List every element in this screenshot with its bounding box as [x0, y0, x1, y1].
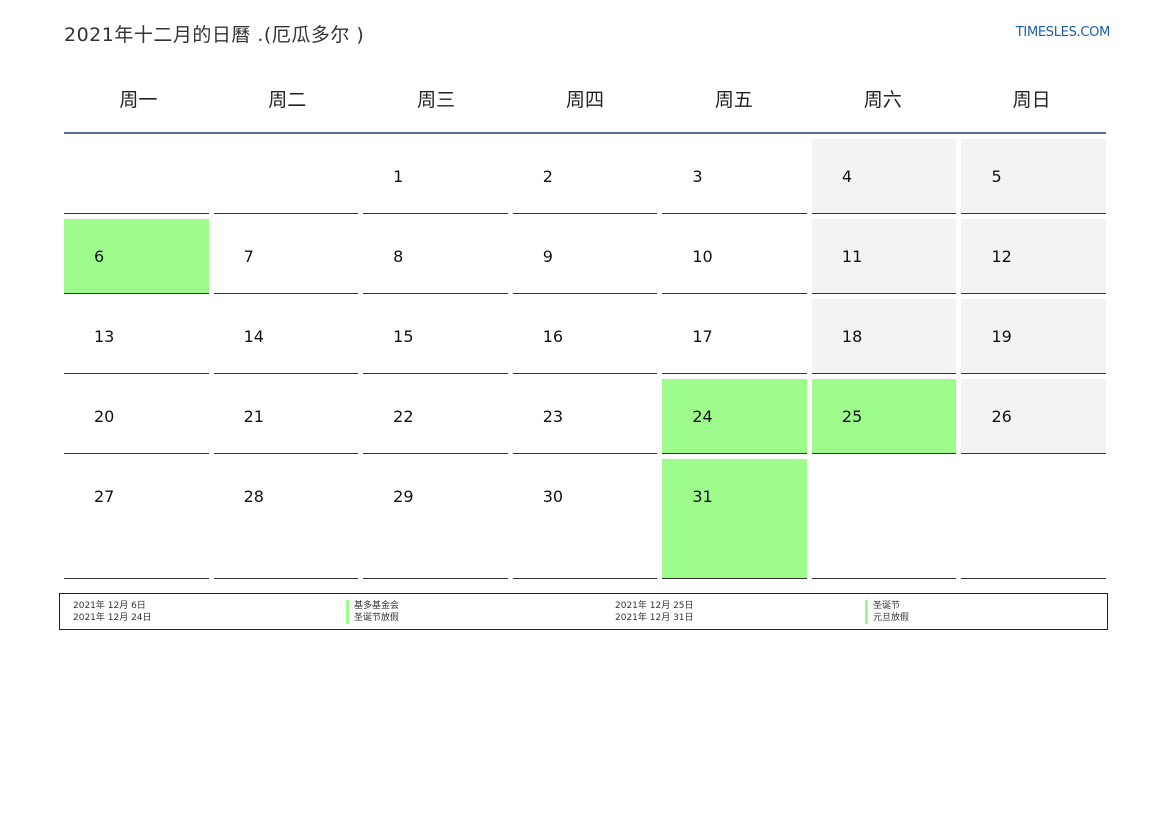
calendar-day-cell: 1: [363, 139, 508, 214]
weekday-header: 周三: [417, 89, 456, 111]
calendar-day-cell: 19: [961, 299, 1107, 374]
day-number: 7: [243, 247, 254, 266]
calendar-day-cell: 5: [961, 139, 1107, 214]
day-number: 27: [94, 487, 115, 506]
calendar-empty-cell: [961, 459, 1107, 579]
calendar-week-row: 13 14 15 16 17 18 19: [64, 299, 1107, 374]
calendar-day-cell: 12: [961, 219, 1107, 294]
holiday-legend: 2021年 12月 6日 2021年 12月 24日 基多基金会 圣诞节放假 2…: [59, 593, 1108, 630]
calendar-day-cell: 13: [64, 299, 209, 374]
calendar-day-cell: 17: [662, 299, 807, 374]
calendar-day-cell: 30: [512, 459, 658, 579]
calendar-day-cell: 8: [363, 219, 508, 294]
calendar-day-cell: 28: [213, 459, 359, 579]
calendar-day-cell: 7: [213, 219, 359, 294]
calendar-week-row: 1 2 3 4 5: [64, 139, 1107, 214]
calendar-empty-cell: [64, 139, 209, 214]
calendar-day-cell: 18: [811, 299, 957, 374]
brand-link[interactable]: TIMESLES.COM: [1016, 25, 1111, 40]
calendar-week-row: 6 7 8 9 10 11 12: [64, 219, 1107, 294]
calendar-day-cell: 25: [811, 379, 957, 454]
day-number: 12: [991, 247, 1012, 266]
calendar-day-cell: 24: [662, 379, 807, 454]
legend-holiday-name: 圣诞节: [865, 600, 909, 612]
calendar-day-cell: 16: [512, 299, 658, 374]
calendar-day-cell: 31: [662, 459, 807, 579]
weekday-header: 周六: [863, 89, 902, 111]
calendar-day-cell: 22: [363, 379, 508, 454]
calendar-day-cell: 23: [512, 379, 658, 454]
weekday-header-row: 周一 周二 周三 周四 周五 周六 周日: [64, 70, 1106, 134]
calendar-day-cell: 14: [213, 299, 359, 374]
calendar-day-cell: 15: [363, 299, 508, 374]
day-number: 3: [692, 167, 703, 186]
calendar-empty-cell: [213, 139, 359, 214]
day-number: 28: [243, 487, 264, 506]
day-number: 22: [393, 407, 414, 426]
calendar-day-cell: 21: [213, 379, 359, 454]
calendar-empty-cell: [811, 459, 957, 579]
day-number: 14: [243, 327, 264, 346]
legend-names-column-2: 圣诞节 元旦放假: [865, 600, 909, 624]
day-number: 30: [542, 487, 564, 506]
day-number: 6: [94, 247, 105, 266]
day-number: 8: [393, 247, 404, 266]
calendar-day-cell: 26: [961, 379, 1107, 454]
day-number: 21: [243, 407, 264, 426]
legend-dates-column-2: 2021年 12月 25日 2021年 12月 31日: [615, 600, 694, 624]
day-number: 20: [94, 407, 115, 426]
calendar-day-cell: 2: [512, 139, 658, 214]
day-number: 18: [841, 327, 863, 346]
legend-dates-column-1: 2021年 12月 6日 2021年 12月 24日: [73, 600, 152, 624]
day-number: 25: [841, 407, 863, 426]
legend-date: 2021年 12月 24日: [73, 613, 152, 623]
calendar-day-cell: 3: [662, 139, 807, 214]
legend-date: 2021年 12月 6日: [73, 601, 146, 611]
legend-date: 2021年 12月 31日: [615, 613, 694, 623]
day-number: 10: [692, 247, 713, 266]
day-number: 15: [393, 327, 414, 346]
page-title: 2021年十二月的日曆 .(厄瓜多尔 ): [64, 24, 365, 46]
calendar-day-cell: 20: [64, 379, 209, 454]
day-number: 23: [542, 407, 564, 426]
weekday-header: 周一: [119, 89, 158, 111]
day-number: 11: [841, 247, 863, 266]
legend-holiday-name: 圣诞节放假: [346, 612, 399, 624]
day-number: 4: [841, 167, 853, 186]
day-number: 2: [542, 167, 553, 186]
day-number: 29: [393, 487, 414, 506]
calendar-day-cell: 4: [811, 139, 957, 214]
calendar-day-cell: 11: [811, 219, 957, 294]
calendar-week-row: 20 21 22 23 24 25 26: [64, 379, 1107, 454]
calendar-day-cell: 27: [64, 459, 209, 579]
legend-holiday-name: 基多基金会: [346, 600, 399, 612]
calendar-day-cell: 9: [512, 219, 658, 294]
day-number: 26: [991, 407, 1012, 426]
day-number: 17: [692, 327, 713, 346]
calendar-week-row: 27 28 29 30 31: [64, 459, 1107, 579]
day-number: 9: [542, 247, 553, 266]
weekday-header: 周五: [714, 89, 753, 111]
day-number: 31: [692, 487, 713, 506]
calendar-day-cell: 10: [662, 219, 807, 294]
day-number: 1: [393, 167, 404, 186]
day-number: 16: [542, 327, 564, 346]
day-number: 24: [692, 407, 713, 426]
legend-date: 2021年 12月 25日: [615, 601, 694, 611]
calendar-day-cell: 29: [363, 459, 508, 579]
legend-holiday-name: 元旦放假: [865, 612, 909, 624]
calendar-day-cell: 6: [64, 219, 209, 294]
day-number: 5: [991, 167, 1002, 186]
calendar-grid: 1 2 3 4 5 6 7 8 9 10 11 12 13 14 15 16 17 18 19 20 21 22 23 24 2…: [64, 139, 1107, 584]
weekday-header: 周四: [566, 89, 605, 111]
day-number: 13: [94, 327, 115, 346]
day-number: 19: [991, 327, 1012, 346]
weekday-header: 周二: [268, 89, 307, 111]
weekday-header: 周日: [1012, 89, 1051, 111]
legend-names-column-1: 基多基金会 圣诞节放假: [346, 600, 399, 624]
